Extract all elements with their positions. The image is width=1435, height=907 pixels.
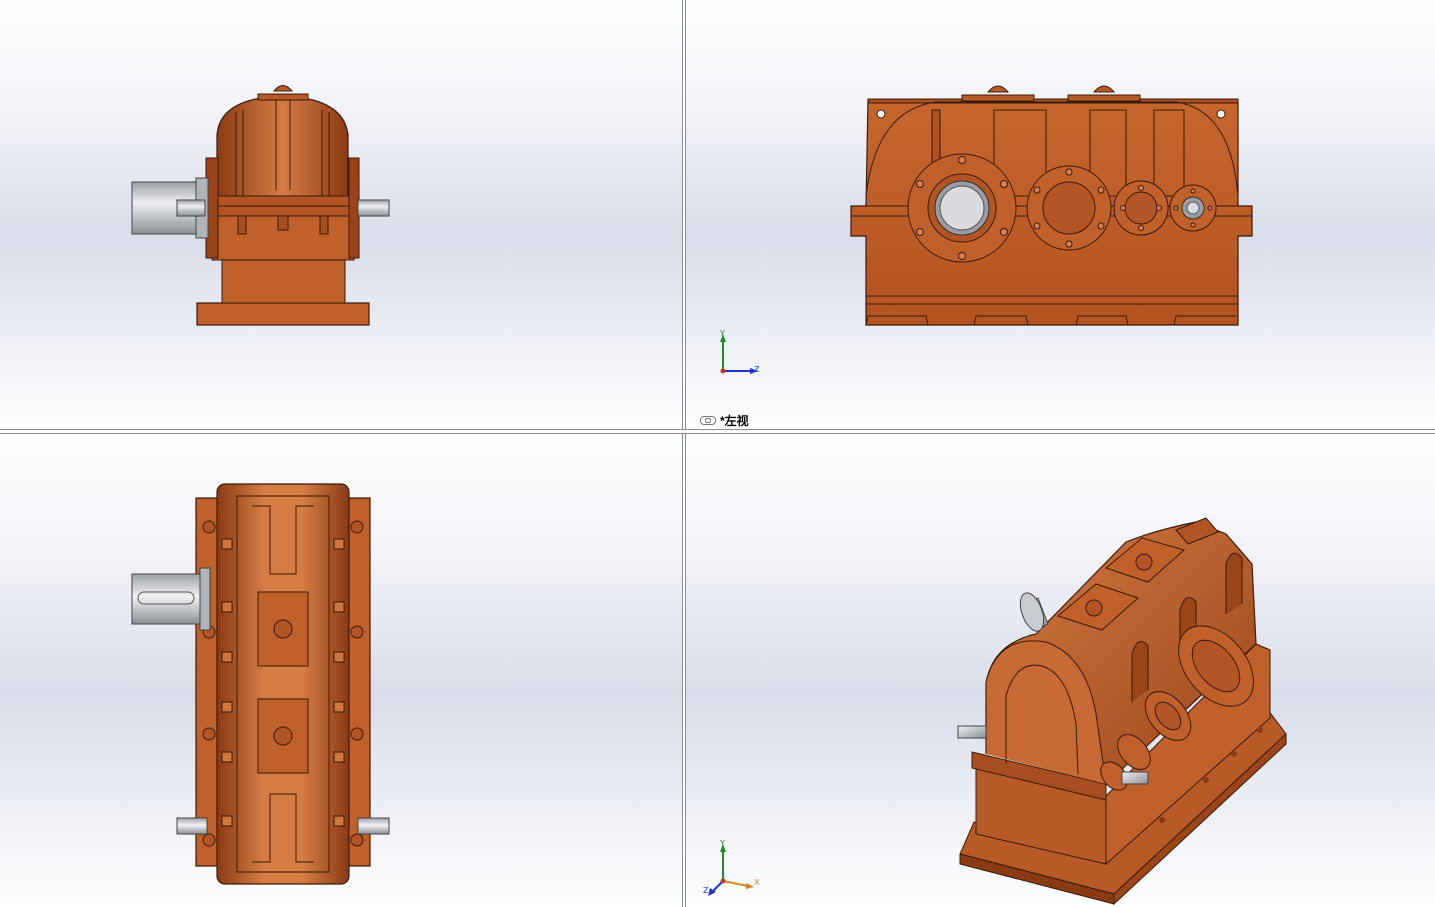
coordinate-triad-iso <box>708 844 754 896</box>
axis-y-label: Y <box>720 329 725 338</box>
left-view-viewport[interactable]: Y Z *左视 <box>686 0 1435 429</box>
view-name-text: *左视 <box>720 414 749 428</box>
axis-z-label: Z <box>754 365 760 374</box>
top-view-viewport[interactable] <box>0 434 682 907</box>
viewport-splitter-vertical[interactable] <box>682 0 686 907</box>
top-view-model <box>131 483 390 885</box>
axis-z-label-iso: Z <box>703 886 709 895</box>
view-name-label[interactable]: *左视 <box>700 412 749 429</box>
axis-x-label-iso: X <box>754 878 760 887</box>
link-view-icon[interactable] <box>700 416 716 425</box>
isometric-view-model <box>708 517 1287 906</box>
front-view-model <box>131 85 390 326</box>
axis-y-label-iso: Y <box>720 839 725 848</box>
front-view-viewport[interactable] <box>0 0 682 429</box>
isometric-view-viewport[interactable]: Y X Z <box>686 434 1435 907</box>
left-view-model <box>720 85 1253 374</box>
viewport-splitter-horizontal[interactable] <box>0 429 1435 434</box>
coordinate-triad <box>720 334 758 374</box>
